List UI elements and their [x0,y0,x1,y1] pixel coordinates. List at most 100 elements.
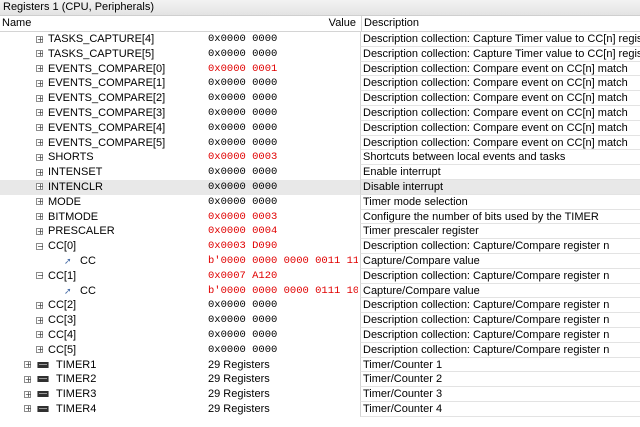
peripheral-row[interactable]: + TIMER3 29 Registers Timer/Counter 3 [0,387,640,402]
value-cell[interactable]: 0x0000 0003 [208,150,358,165]
register-row[interactable]: + SHORTS 0x0000 0003 Shortcuts between loca… [0,150,640,166]
value-cell[interactable]: 0x0000 0001 [208,62,358,77]
expand-icon[interactable]: + [36,109,44,117]
value-cell[interactable]: 0x0000 0000 [208,91,358,106]
register-row[interactable]: + CC[3] 0x0000 0000 Description collection:… [0,313,640,328]
expand-icon[interactable]: + [36,35,44,43]
expand-icon[interactable]: + [24,361,32,369]
register-name: EVENTS_COMPARE[5] [48,136,166,149]
register-row[interactable]: + CC[5] 0x0000 0000 Description collection:… [0,342,640,358]
value-cell[interactable]: 0x0000 0000 [208,121,358,136]
value-cell[interactable]: 29 Registers [208,402,358,417]
expand-icon[interactable]: + [36,94,44,102]
expand-icon[interactable]: + [36,79,44,87]
value-cell[interactable]: 0x0000 0000 [208,328,358,343]
value-cell[interactable]: 0x0000 0004 [208,224,358,239]
register-row[interactable]: + TASKS_CAPTURE[4] 0x0000 0000 Description … [0,32,640,47]
name-cell: + EVENTS_COMPARE[0] [0,62,205,77]
description-cell: Description collection: Capture/Compare … [360,342,640,358]
name-cell: + BITMODE [0,210,205,225]
name-cell: + CC[5] [0,343,205,358]
value-cell[interactable]: 0x0000 0000 [208,313,358,328]
register-row[interactable]: + CC[4] 0x0000 0000 Description collection:… [0,327,640,343]
name-cell: + TIMER1 [0,358,205,373]
register-row[interactable]: + EVENTS_COMPARE[4] 0x0000 0000 Description… [0,120,640,136]
field-row[interactable]: ➚ CC b'0000 0000 0000 0011 1101 Capture/Com… [0,253,640,269]
chip-icon [37,376,49,383]
register-row[interactable]: − CC[0] 0x0003 D090 Description collection:… [0,239,640,254]
register-row[interactable]: + CC[2] 0x0000 0000 Description collection:… [0,298,640,314]
peripheral-row[interactable]: + TIMER4 29 Registers Timer/Counter 4 [0,401,640,417]
value-cell[interactable]: 0x0000 0000 [208,343,358,358]
register-name: CC [80,284,96,297]
expand-icon[interactable]: + [24,390,32,398]
register-row[interactable]: + INTENCLR 0x0000 0000 Disable interrupt [0,179,640,195]
peripheral-row[interactable]: + TIMER1 29 Registers Timer/Counter 1 [0,357,640,373]
register-row[interactable]: + INTENSET 0x0000 0000 Enable interrupt [0,165,640,180]
field-row[interactable]: ➚ CC b'0000 0000 0000 0111 1010 Capture/Com… [0,283,640,299]
value-cell[interactable]: b'0000 0000 0000 0111 1010 [208,284,358,299]
collapse-icon[interactable]: − [36,242,44,250]
expand-icon[interactable]: + [36,346,44,354]
expand-icon[interactable]: + [24,375,32,383]
value-cell[interactable]: 0x0007 A120 [208,269,358,284]
description-cell: Description collection: Compare event on… [360,120,640,136]
value-cell[interactable]: b'0000 0000 0000 0011 1101 [208,254,358,269]
expand-icon[interactable]: + [36,227,44,235]
name-cell: + TASKS_CAPTURE[4] [0,32,205,47]
register-name: EVENTS_COMPARE[1] [48,77,166,90]
value-cell[interactable]: 0x0000 0000 [208,136,358,151]
expand-icon[interactable]: + [24,405,32,413]
expand-icon[interactable]: + [36,124,44,132]
column-name-header[interactable]: Name [2,16,31,31]
expand-icon[interactable]: + [36,316,44,324]
value-cell[interactable]: 0x0000 0000 [208,76,358,91]
register-name: CC[1] [48,269,77,282]
expand-icon[interactable]: + [36,331,44,339]
register-row[interactable]: + BITMODE 0x0000 0003 Configure the number … [0,209,640,225]
register-row[interactable]: + PRESCALER 0x0000 0004 Timer prescaler reg… [0,224,640,240]
expand-icon[interactable]: + [36,65,44,73]
description-cell: Timer/Counter 2 [360,372,640,388]
value-cell[interactable]: 0x0003 D090 [208,239,358,254]
value-cell[interactable]: 0x0000 0000 [208,298,358,313]
register-row[interactable]: + TASKS_CAPTURE[5] 0x0000 0000 Description … [0,46,640,62]
expand-icon[interactable]: + [36,168,44,176]
register-name: SHORTS [48,151,94,164]
expand-icon[interactable]: + [36,213,44,221]
value-cell[interactable]: 0x0000 0000 [208,195,358,210]
register-name: TASKS_CAPTURE[4] [48,33,155,45]
value-cell[interactable]: 0x0000 0000 [208,47,358,62]
value-cell[interactable]: 0x0000 0000 [208,180,358,195]
register-row[interactable]: + EVENTS_COMPARE[1] 0x0000 0000 Description… [0,76,640,92]
value-cell[interactable]: 29 Registers [208,358,358,373]
value-cell[interactable]: 0x0000 0000 [208,32,358,47]
expand-icon[interactable]: + [36,153,44,161]
register-row[interactable]: + MODE 0x0000 0000 Timer mode selection [0,194,640,210]
register-row[interactable]: + EVENTS_COMPARE[3] 0x0000 0000 Description… [0,105,640,121]
value-cell[interactable]: 0x0000 0000 [208,106,358,121]
peripheral-row[interactable]: + TIMER2 29 Registers Timer/Counter 2 [0,372,640,388]
column-description-header[interactable]: Description [361,16,419,31]
expand-icon[interactable]: + [36,301,44,309]
description-cell: Timer/Counter 1 [360,357,640,373]
register-row[interactable]: + EVENTS_COMPARE[0] 0x0000 0001 Description… [0,61,640,77]
value-cell[interactable]: 29 Registers [208,372,358,387]
name-cell: ➚ CC [0,254,205,269]
collapse-icon[interactable]: − [36,272,44,280]
value-cell[interactable]: 0x0000 0003 [208,210,358,225]
name-cell: + TIMER3 [0,387,205,402]
register-row[interactable]: − CC[1] 0x0007 A120 Description collection:… [0,268,640,284]
value-cell[interactable]: 0x0000 0000 [208,165,358,180]
value-cell[interactable]: 29 Registers [208,387,358,402]
expand-icon[interactable]: + [36,198,44,206]
register-row[interactable]: + EVENTS_COMPARE[2] 0x0000 0000 Description… [0,91,640,106]
register-name: TIMER2 [56,373,97,386]
expand-icon[interactable]: + [36,183,44,191]
expand-icon[interactable]: + [36,50,44,58]
column-value-header[interactable]: Value [329,16,356,31]
expand-icon[interactable]: + [36,139,44,147]
description-cell: Configure the number of bits used by the… [360,209,640,225]
register-row[interactable]: + EVENTS_COMPARE[5] 0x0000 0000 Description… [0,135,640,151]
window-title: Registers 1 (CPU, Peripherals) [0,0,640,16]
